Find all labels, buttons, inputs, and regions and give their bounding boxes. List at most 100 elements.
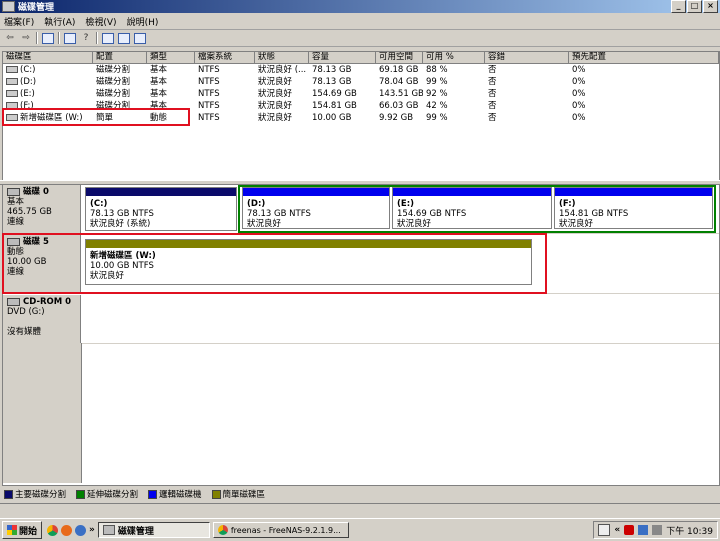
- drive-icon: [6, 78, 18, 85]
- menu-file[interactable]: 檔案(F): [4, 15, 34, 28]
- column-header[interactable]: 容錯: [485, 52, 569, 63]
- toolbar: ⇦ ⇨ ?: [0, 30, 720, 47]
- column-header[interactable]: 檔案系統: [195, 52, 255, 63]
- drive-icon: [6, 66, 18, 73]
- column-header[interactable]: 磁碟區: [3, 52, 93, 63]
- column-header[interactable]: 配置: [93, 52, 147, 63]
- cdrom-icon: [7, 297, 20, 306]
- shield-icon[interactable]: [624, 525, 635, 535]
- properties-icon[interactable]: [64, 32, 76, 44]
- menu-view[interactable]: 檢視(V): [85, 15, 116, 28]
- console-icon[interactable]: [42, 32, 54, 44]
- table-cell: NTFS: [198, 77, 220, 87]
- chrome-icon[interactable]: [47, 524, 59, 536]
- table-cell: 0%: [572, 65, 586, 75]
- menu-help[interactable]: 說明(H): [127, 15, 159, 28]
- toolbar-separator: [96, 32, 98, 44]
- help-icon[interactable]: ?: [80, 33, 92, 44]
- table-cell: 69.18 GB: [379, 65, 419, 75]
- table-cell: 否: [488, 89, 497, 99]
- disk-management-icon: [2, 1, 15, 12]
- media-icon[interactable]: [61, 524, 73, 536]
- table-cell: 66.03 GB: [379, 101, 419, 111]
- table-cell: (C:): [20, 65, 36, 75]
- start-button[interactable]: 開始: [2, 521, 43, 539]
- table-cell: 92 %: [426, 89, 448, 99]
- table-cell: NTFS: [198, 113, 220, 123]
- table-cell: 狀況良好: [258, 77, 293, 87]
- status-bar: [0, 503, 720, 518]
- partition-c[interactable]: (C:) 78.13 GB NTFS 狀況良好 (系統): [85, 187, 237, 231]
- table-cell: 狀況良好 (...: [258, 65, 307, 75]
- table-cell: 狀況良好: [258, 101, 293, 111]
- chevron-icon[interactable]: »: [89, 525, 95, 535]
- partition-d[interactable]: (D:) 78.13 GB NTFS 狀況良好: [242, 187, 390, 229]
- table-cell: 0%: [572, 113, 586, 123]
- tray-expand-icon[interactable]: «: [614, 525, 620, 535]
- disk-graph-pane: 磁碟 0 基本 465.75 GB 連線 (C:) 78.13 GB NTFS 狀況…: [2, 184, 720, 486]
- close-button[interactable]: ×: [703, 0, 718, 13]
- table-cell: 88 %: [426, 65, 448, 75]
- disk-label[interactable]: 磁碟 0 基本 465.75 GB 連線: [3, 185, 81, 233]
- menu-action[interactable]: 執行(A): [44, 15, 75, 28]
- minimize-button[interactable]: _: [671, 0, 686, 13]
- volume-icon[interactable]: [652, 525, 663, 535]
- table-cell: 78.13 GB: [312, 77, 352, 87]
- legend-item: 主要磁碟分割: [4, 488, 66, 500]
- column-header[interactable]: 可用 %: [423, 52, 485, 63]
- refresh-icon[interactable]: [102, 32, 114, 44]
- network-icon[interactable]: [638, 525, 649, 535]
- volume-list-header: 磁碟區 配置 類型 檔案系統 狀態 容量 可用空間 可用 % 容錯 預先配置: [3, 52, 719, 64]
- taskbar: 開始 » 磁碟管理 freenas - FreeNAS-9.2.1.9... «…: [0, 518, 720, 541]
- chrome-icon: [217, 525, 228, 535]
- disk-label[interactable]: CD-ROM 0 DVD (G:) 沒有媒體: [3, 295, 81, 343]
- disk-icon: [7, 187, 20, 196]
- keyboard-icon[interactable]: [598, 524, 611, 536]
- table-cell: 基本: [150, 65, 168, 75]
- table-cell: 42 %: [426, 101, 448, 111]
- table-row[interactable]: (C:) 磁碟分割 基本 NTFS 狀況良好 (... 78.13 GB 69.…: [3, 64, 719, 76]
- table-cell: 0%: [572, 101, 586, 111]
- toolbar-separator: [58, 32, 60, 44]
- partition-f[interactable]: (F:) 154.81 GB NTFS 狀況良好: [554, 187, 713, 229]
- quick-launch: [47, 524, 87, 536]
- partition-e[interactable]: (E:) 154.69 GB NTFS 狀況良好: [392, 187, 552, 229]
- taskbar-button-disk-management[interactable]: 磁碟管理: [97, 522, 210, 538]
- windows-logo-icon: [7, 525, 17, 535]
- settings-icon[interactable]: [134, 32, 146, 44]
- clock[interactable]: 下午 10:39: [666, 524, 713, 537]
- legend-item: 簡單磁碟區: [211, 488, 265, 500]
- table-cell: 磁碟分割: [96, 65, 131, 75]
- window-title: 磁碟管理: [18, 3, 55, 13]
- column-header[interactable]: 類型: [147, 52, 195, 63]
- column-header[interactable]: 容量: [309, 52, 376, 63]
- column-header[interactable]: 狀態: [255, 52, 309, 63]
- taskbar-button-freenas[interactable]: freenas - FreeNAS-9.2.1.9...: [212, 522, 349, 538]
- legend-item: 延伸磁碟分割: [76, 488, 138, 500]
- table-row[interactable]: (E:) 磁碟分割 基本 NTFS 狀況良好 154.69 GB 143.51 …: [3, 88, 719, 100]
- browser-icon[interactable]: [75, 524, 87, 536]
- table-cell: 99 %: [426, 113, 448, 123]
- table-cell: 磁碟分割: [96, 77, 131, 87]
- table-cell: 143.51 GB: [379, 89, 423, 99]
- system-tray: « 下午 10:39: [593, 521, 718, 539]
- forward-icon[interactable]: ⇨: [20, 33, 32, 44]
- table-cell: 154.69 GB: [312, 89, 357, 99]
- back-icon[interactable]: ⇦: [4, 33, 16, 44]
- table-cell: NTFS: [198, 65, 220, 75]
- table-cell: 99 %: [426, 77, 448, 87]
- column-header[interactable]: 預先配置: [569, 52, 719, 63]
- export-icon[interactable]: [118, 32, 130, 44]
- table-row[interactable]: (D:) 磁碟分割 基本 NTFS 狀況良好 78.13 GB 78.04 GB…: [3, 76, 719, 88]
- table-cell: 否: [488, 65, 497, 75]
- title-bar: 磁碟管理 _ □ ×: [0, 0, 720, 13]
- drive-icon: [6, 90, 18, 97]
- highlight-box: [2, 233, 547, 294]
- maximize-button[interactable]: □: [687, 0, 702, 13]
- table-cell: 154.81 GB: [312, 101, 357, 111]
- column-header[interactable]: 可用空間: [376, 52, 423, 63]
- table-cell: 否: [488, 113, 497, 123]
- table-cell: 9.92 GB: [379, 113, 414, 123]
- highlight-box: [2, 108, 190, 126]
- table-cell: 78.13 GB: [312, 65, 352, 75]
